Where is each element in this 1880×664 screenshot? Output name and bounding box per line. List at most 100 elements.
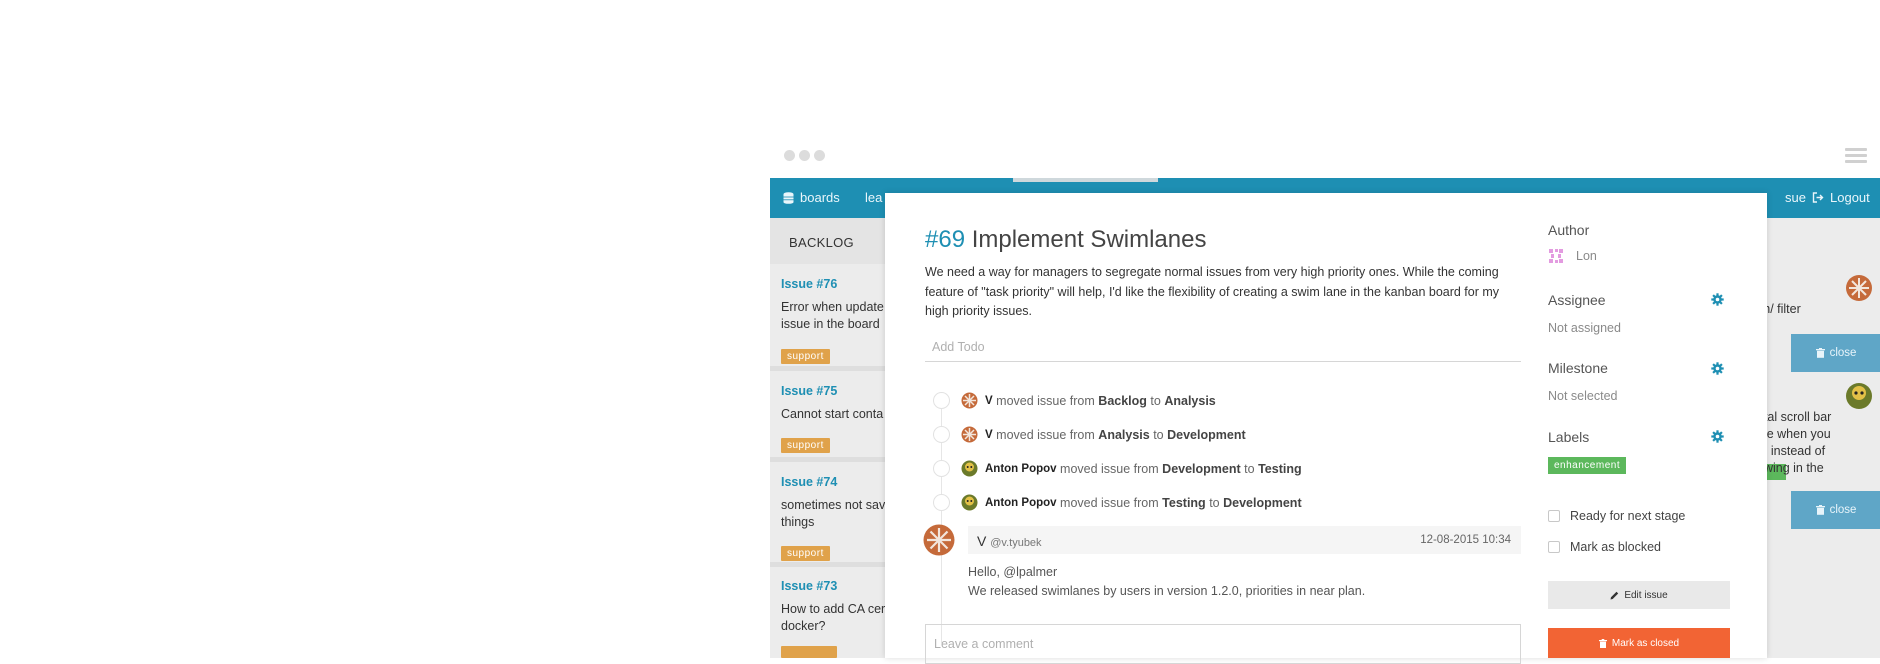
issue-detail-modal: #69 Implement Swimlanes We need a way fo… xyxy=(885,193,1767,664)
column-title: BACKLOG xyxy=(789,235,854,250)
enhancement-label-badge: enhancement xyxy=(1548,457,1627,474)
card-text: How to add CA cer docker? xyxy=(781,601,890,635)
card-title[interactable]: Issue #75 xyxy=(781,384,890,398)
card-close-button[interactable]: close xyxy=(1791,491,1880,529)
trash-icon xyxy=(1815,505,1825,515)
event-to-word: to xyxy=(1150,393,1161,408)
card-text-line: Error when update xyxy=(781,300,884,314)
pencil-icon xyxy=(1610,591,1619,599)
labels-gear-icon[interactable] xyxy=(1711,430,1724,443)
card-close-button[interactable]: close xyxy=(1791,334,1880,372)
timeline-dot xyxy=(933,392,950,409)
assignee-value: Not assigned xyxy=(1548,321,1621,335)
timeline-dot xyxy=(933,426,950,443)
event-user[interactable]: V xyxy=(985,429,993,441)
card-text-line: How to add CA cer xyxy=(781,602,886,616)
user-avatar xyxy=(1846,275,1872,301)
event-from: Development xyxy=(1162,461,1241,476)
comment-input[interactable]: Leave a comment xyxy=(925,624,1521,664)
milestone-value: Not selected xyxy=(1548,389,1618,403)
event-to: Testing xyxy=(1258,461,1302,476)
comment-line: Hello, @lpalmer xyxy=(968,565,1058,579)
nav-new-issue-link[interactable]: sue xyxy=(1785,190,1806,205)
timeline-event: V moved issue from Analysis to Developme… xyxy=(933,426,1246,443)
timeline-event: V moved issue from Backlog to Analysis xyxy=(933,392,1216,409)
card-text-line: Cannot start conta xyxy=(781,407,884,421)
hamburger-menu-icon[interactable] xyxy=(1845,148,1867,166)
nav-logout-link[interactable]: Logout xyxy=(1812,190,1870,205)
card-text: Error when update issue in the board xyxy=(781,299,890,333)
window-dot[interactable] xyxy=(799,150,810,161)
support-tag: support xyxy=(781,546,830,561)
event-text: moved issue from xyxy=(996,427,1095,442)
card-text-line: ble when you xyxy=(1757,427,1831,441)
board-card[interactable]: Issue #76 Error when update issue in the… xyxy=(770,264,890,366)
nav-issue-label: sue xyxy=(1785,190,1806,205)
author-label: Author xyxy=(1548,222,1590,238)
mark-as-closed-button[interactable]: Mark as closed xyxy=(1548,628,1730,658)
assignee-label: Assignee xyxy=(1548,292,1606,308)
checkbox-label: Ready for next stage xyxy=(1570,509,1686,523)
close-label: close xyxy=(1829,347,1857,359)
window-dot[interactable] xyxy=(784,150,795,161)
nav-learn-link[interactable]: lea xyxy=(865,190,882,205)
comment-placeholder: Leave a comment xyxy=(934,637,1034,651)
support-tag xyxy=(781,646,837,658)
event-user[interactable]: Anton Popov xyxy=(985,497,1057,509)
event-text: moved issue from xyxy=(1060,461,1159,476)
checkbox-box[interactable] xyxy=(1548,510,1560,522)
close-label: close xyxy=(1829,504,1857,516)
mark-as-closed-label: Mark as closed xyxy=(1611,637,1680,649)
timeline-dot xyxy=(933,460,950,477)
window-controls xyxy=(784,150,825,161)
database-icon xyxy=(783,191,794,204)
backlog-column-header: BACKLOG xyxy=(770,218,890,264)
timeline-event: Anton Popov moved issue from Testing to … xyxy=(933,494,1302,511)
mark-blocked-checkbox[interactable]: Mark as blocked xyxy=(1548,540,1661,554)
checkbox-box[interactable] xyxy=(1548,541,1560,553)
comment-date: 12-08-2015 10:34 xyxy=(1420,534,1511,546)
comment-body: Hello, @lpalmer We released swimlanes by… xyxy=(968,563,1365,601)
edit-issue-button[interactable]: Edit issue xyxy=(1548,581,1730,609)
card-title[interactable]: Issue #76 xyxy=(781,277,890,291)
board-card[interactable]: Issue #75 Cannot start conta support xyxy=(770,371,890,457)
timeline-event: Anton Popov moved issue from Development… xyxy=(933,460,1302,477)
add-todo-input[interactable]: Add Todo xyxy=(925,340,1521,362)
event-to-word: to xyxy=(1244,461,1255,476)
event-text: moved issue from xyxy=(1060,495,1159,510)
card-title[interactable]: Issue #74 xyxy=(781,475,890,489)
assignee-gear-icon[interactable] xyxy=(1711,293,1724,306)
event-from: Testing xyxy=(1162,495,1206,510)
comment-author[interactable]: V xyxy=(977,533,986,549)
nav-active-tab-indicator xyxy=(1013,178,1158,182)
window-dot[interactable] xyxy=(814,150,825,161)
event-user[interactable]: V xyxy=(985,395,993,407)
board-card[interactable]: Issue #74 sometimes not sav things suppo… xyxy=(770,462,890,562)
ready-next-stage-checkbox[interactable]: Ready for next stage xyxy=(1548,509,1685,523)
card-text-line: docker? xyxy=(781,619,826,633)
edit-issue-label: Edit issue xyxy=(1624,589,1668,601)
user-avatar xyxy=(961,494,978,511)
event-user[interactable]: Anton Popov xyxy=(985,463,1057,475)
nav-boards-link[interactable]: boards xyxy=(783,190,840,205)
timeline-dot xyxy=(933,494,950,511)
board-card[interactable]: Issue #73 How to add CA cer docker? xyxy=(770,567,890,658)
card-text-line: sometimes not sav xyxy=(781,498,886,512)
comment-header: V @v.tyubek 12-08-2015 10:34 xyxy=(968,526,1521,554)
card-text-line: owing in the xyxy=(1757,461,1824,475)
event-text: moved issue from xyxy=(996,393,1095,408)
support-tag: support xyxy=(781,349,830,364)
card-title[interactable]: Issue #73 xyxy=(781,579,890,593)
milestone-label: Milestone xyxy=(1548,360,1608,376)
labels-label: Labels xyxy=(1548,429,1590,445)
card-text: sometimes not sav things xyxy=(781,497,890,531)
event-to: Development xyxy=(1167,427,1246,442)
card-text-line: things xyxy=(781,515,815,529)
add-todo-placeholder: Add Todo xyxy=(932,340,985,354)
author-name[interactable]: Lon xyxy=(1576,249,1597,263)
event-to-word: to xyxy=(1153,427,1164,442)
event-from: Analysis xyxy=(1098,427,1150,442)
author-avatar-icon xyxy=(1548,248,1564,264)
milestone-gear-icon[interactable] xyxy=(1711,362,1724,375)
card-text: Cannot start conta xyxy=(781,406,890,423)
